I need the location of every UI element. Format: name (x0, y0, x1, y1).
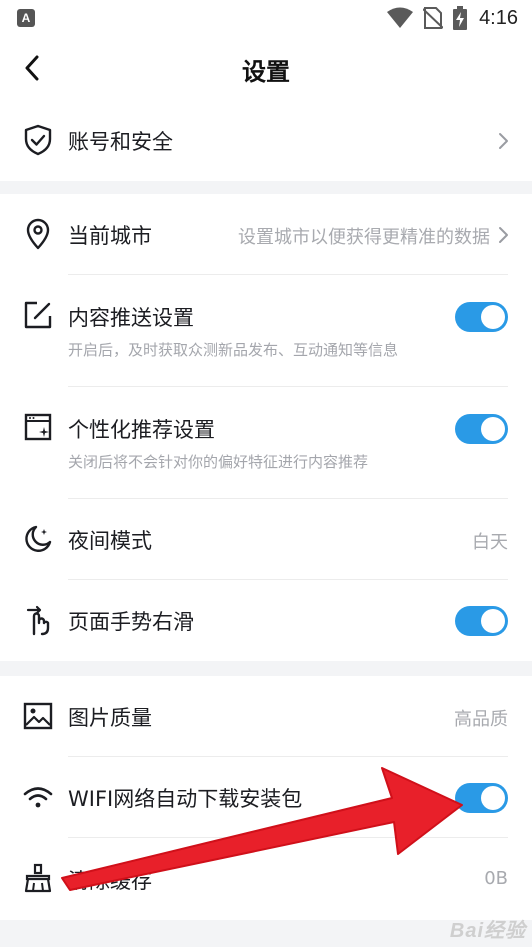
current-city-value: 设置城市以便获得更精准的数据 (238, 227, 490, 248)
chevron-right-icon (499, 133, 508, 149)
row-title: 清除缓存 (68, 869, 152, 893)
settings-row-account-security[interactable]: 账号和安全 (0, 100, 532, 181)
row-title: 内容推送设置 (68, 306, 194, 330)
swipe-gesture-toggle[interactable] (455, 606, 508, 636)
row-title: 页面手势右滑 (68, 610, 194, 634)
row-title: 个性化推荐设置 (68, 418, 215, 442)
row-title: 图片质量 (68, 706, 152, 730)
row-title: 当前城市 (68, 224, 152, 248)
location-pin-icon (22, 218, 54, 250)
image-icon (22, 700, 54, 732)
content-push-toggle[interactable] (455, 302, 508, 332)
watermark: Bai经验 (449, 920, 526, 942)
moon-icon (22, 523, 54, 555)
row-title: WIFI网络自动下载安装包 (68, 787, 303, 811)
row-subtitle: 关闭后将不会针对你的偏好特征进行内容推荐 (68, 453, 369, 471)
night-mode-value: 白天 (472, 532, 508, 553)
status-bar: A 4:16 (0, 0, 532, 36)
window-sparkle-icon (22, 411, 54, 443)
battery-charging-icon (453, 6, 468, 30)
wifi-icon (22, 781, 54, 813)
no-sim-icon (423, 7, 444, 29)
toggle-knob (481, 305, 505, 329)
swipe-hand-icon (22, 604, 54, 636)
toggle-knob (481, 609, 505, 633)
settings-row-image-quality[interactable]: 图片质量 高品质 (0, 676, 532, 757)
broom-icon (22, 862, 54, 894)
row-title: 账号和安全 (68, 130, 173, 154)
personalized-recommend-toggle[interactable] (455, 414, 508, 444)
settings-row-clear-cache[interactable]: 清除缓存 0B (0, 838, 532, 920)
toggle-knob (481, 786, 505, 810)
nav-bar: 设置 (0, 36, 532, 100)
a-letter-icon: A (17, 9, 35, 27)
edit-square-icon (22, 299, 54, 331)
settings-row-wifi-auto-download: WIFI网络自动下载安装包 (0, 757, 532, 838)
shield-check-icon (22, 124, 54, 156)
wifi-icon (387, 7, 414, 28)
settings-row-night-mode[interactable]: 夜间模式 白天 (0, 499, 532, 580)
chevron-right-icon (499, 227, 508, 243)
page-title: 设置 (242, 58, 290, 86)
section-account: 账号和安全 (0, 100, 532, 181)
settings-row-current-city[interactable]: 当前城市 设置城市以便获得更精准的数据 (0, 194, 532, 275)
status-icons: 4:16 (387, 6, 518, 30)
image-quality-value: 高品质 (454, 709, 508, 730)
status-time: 4:16 (479, 6, 518, 29)
settings-row-content-push: 内容推送设置 开启后，及时获取众测新品发布、互动通知等信息 (0, 275, 532, 387)
settings-row-personalized-recommend: 个性化推荐设置 关闭后将不会针对你的偏好特征进行内容推荐 (0, 387, 532, 499)
row-subtitle: 开启后，及时获取众测新品发布、互动通知等信息 (68, 341, 399, 359)
settings-row-swipe-gesture: 页面手势右滑 (0, 580, 532, 661)
clear-cache-value: 0B (484, 868, 508, 889)
wifi-auto-download-toggle[interactable] (455, 783, 508, 813)
toggle-knob (481, 417, 505, 441)
row-title: 夜间模式 (68, 529, 152, 553)
